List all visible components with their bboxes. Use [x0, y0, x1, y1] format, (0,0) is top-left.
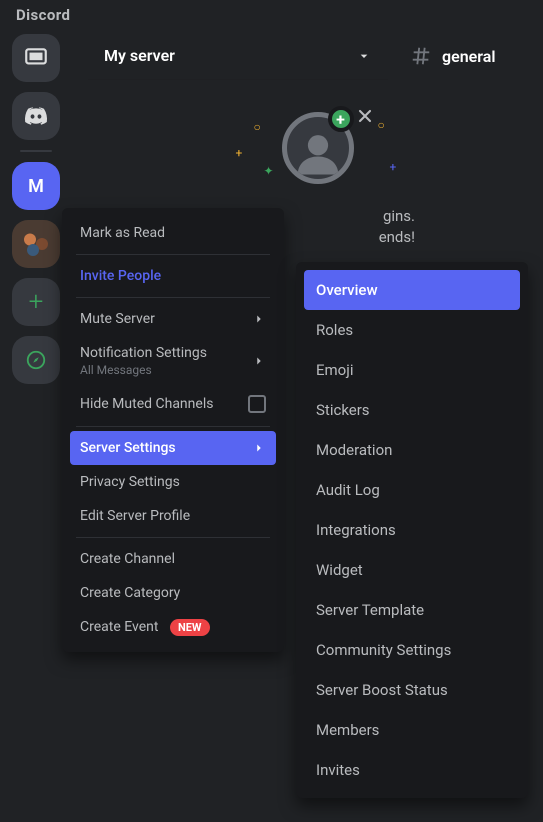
sparkle-icon: + — [236, 146, 243, 160]
plus-badge-icon: + — [328, 106, 354, 132]
submenu-emoji[interactable]: Emoji — [304, 350, 520, 390]
channel-name-label: general — [442, 47, 496, 66]
menu-create-channel[interactable]: Create Channel — [70, 542, 276, 576]
menu-label: Edit Server Profile — [80, 508, 190, 524]
sparkle-icon: ○ — [378, 118, 385, 132]
add-server-button[interactable]: + — [12, 278, 60, 326]
new-badge: NEW — [170, 619, 210, 636]
menu-separator — [76, 254, 270, 255]
chevron-right-icon — [252, 441, 266, 455]
chevron-right-icon — [252, 312, 266, 326]
submenu-server-template[interactable]: Server Template — [304, 590, 520, 630]
menu-create-event[interactable]: Create Event NEW — [70, 610, 276, 644]
submenu-invites[interactable]: Invites — [304, 750, 520, 790]
monitor-icon — [23, 45, 49, 71]
submenu-community-settings[interactable]: Community Settings — [304, 630, 520, 670]
submenu-audit-log[interactable]: Audit Log — [304, 470, 520, 510]
menu-label: Hide Muted Channels — [80, 396, 213, 412]
discord-icon — [23, 103, 49, 129]
sparkle-icon: + — [390, 160, 397, 174]
server-context-menu: Mark as Read Invite People Mute Server N… — [62, 208, 284, 652]
menu-label: Invite People — [80, 268, 161, 284]
direct-messages-button[interactable] — [12, 34, 60, 82]
menu-privacy-settings[interactable]: Privacy Settings — [70, 465, 276, 499]
menu-label: Mute Server — [80, 311, 155, 327]
submenu-moderation[interactable]: Moderation — [304, 430, 520, 470]
server-other[interactable] — [12, 220, 60, 268]
menu-label: Mark as Read — [80, 225, 165, 241]
server-name-dropdown[interactable]: My server — [88, 32, 388, 80]
menu-separator — [76, 537, 270, 538]
channel-header: general — [388, 45, 496, 67]
header-bar: My server general — [88, 32, 543, 80]
menu-notification-settings[interactable]: Notification Settings All Messages — [70, 336, 276, 386]
submenu-overview[interactable]: Overview — [304, 270, 520, 310]
chevron-down-icon — [356, 48, 372, 64]
menu-server-settings[interactable]: Server Settings — [70, 431, 276, 465]
chevron-right-icon — [252, 354, 266, 368]
menu-create-category[interactable]: Create Category — [70, 576, 276, 610]
menu-label: Create Channel — [80, 551, 175, 567]
menu-sublabel: All Messages — [80, 363, 152, 377]
brand-label: Discord — [16, 6, 70, 24]
rail-divider — [20, 150, 52, 152]
checkbox-icon[interactable] — [248, 395, 266, 413]
compass-icon — [25, 349, 47, 371]
menu-mark-as-read[interactable]: Mark as Read — [70, 216, 276, 250]
user-icon — [291, 125, 345, 179]
menu-hide-muted-channels[interactable]: Hide Muted Channels — [70, 386, 276, 422]
server-settings-submenu: Overview Roles Emoji Stickers Moderation… — [296, 262, 528, 798]
menu-label: Create Event — [80, 619, 158, 635]
welcome-art: + + ✦ ○ ○ + — [178, 100, 458, 200]
sparkle-icon: ○ — [254, 120, 261, 134]
server-name-label: My server — [104, 46, 175, 65]
menu-label: Create Category — [80, 585, 180, 601]
server-avatar-icon — [18, 226, 54, 262]
submenu-server-boost-status[interactable]: Server Boost Status — [304, 670, 520, 710]
sparkle-icon: ✦ — [264, 164, 274, 178]
menu-edit-server-profile[interactable]: Edit Server Profile — [70, 499, 276, 533]
menu-mute-server[interactable]: Mute Server — [70, 302, 276, 336]
menu-invite-people[interactable]: Invite People — [70, 259, 276, 293]
menu-label: Notification Settings — [80, 345, 207, 361]
explore-servers-button[interactable] — [12, 336, 60, 384]
menu-separator — [76, 426, 270, 427]
menu-label: Privacy Settings — [80, 474, 180, 490]
menu-label: Server Settings — [80, 440, 176, 456]
submenu-widget[interactable]: Widget — [304, 550, 520, 590]
submenu-members[interactable]: Members — [304, 710, 520, 750]
hash-icon — [410, 45, 432, 67]
server-my-server[interactable]: M — [12, 162, 60, 210]
discord-home-button[interactable] — [12, 92, 60, 140]
submenu-integrations[interactable]: Integrations — [304, 510, 520, 550]
submenu-roles[interactable]: Roles — [304, 310, 520, 350]
menu-separator — [76, 297, 270, 298]
submenu-stickers[interactable]: Stickers — [304, 390, 520, 430]
